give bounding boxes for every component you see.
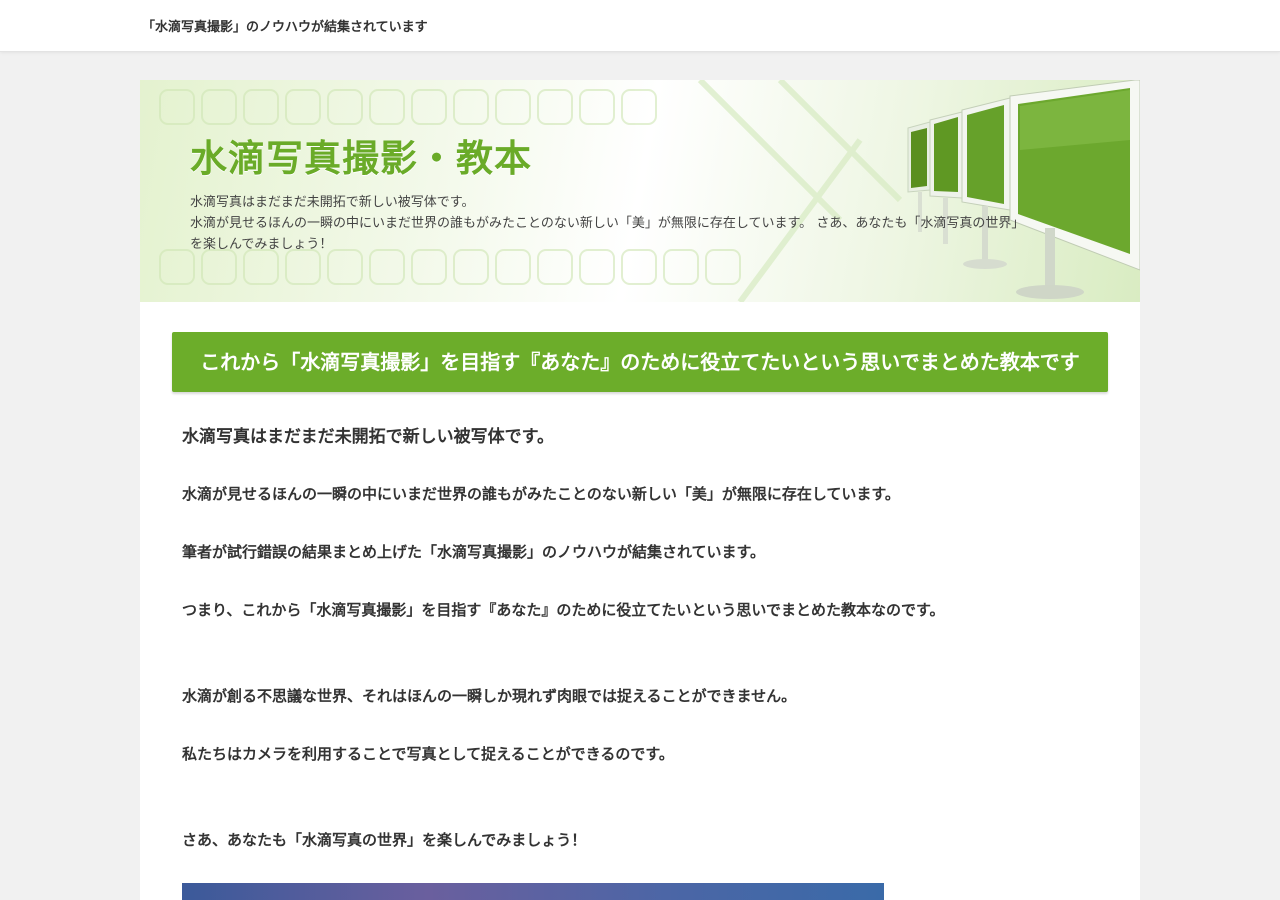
site-description-line: を楽しんでみましょう！ [190,237,333,252]
paragraph: 私たちはカメラを利用することで写真として捉えることができるのです。 [182,745,674,763]
paragraph: つまり、これから「水滴写真撮影」を目指す『あなた』のために役立てたいという思いで… [182,601,945,619]
page-headline: これから「水滴写真撮影」を目指す『あなた』のために役立てたいという思いでまとめた… [172,332,1108,392]
paragraph: 水滴写真はまだまだ未開拓で新しい被写体です。 [182,427,554,447]
site-description: 水滴写真はまだまだ未開拓で新しい被写体です。 水滴が見せるほんの一瞬の中にいまだ… [190,192,1090,255]
site-tagline: 「水滴写真撮影」のノウハウが結集されています [142,20,428,35]
site-title[interactable]: 水滴写真撮影・教本 [190,128,532,182]
paragraph: さあ、あなたも「水滴写真の世界」を楽しんでみましょう！ [182,831,587,849]
site-header: 「水滴写真撮影」のノウハウが結集されています [0,0,1280,52]
water-drop-photo [182,883,884,900]
site-description-line: 水滴写真はまだまだ未開拓で新しい被写体です。 [190,195,475,210]
paragraph: 筆者が試行錯誤の結果まとめ上げた「水滴写真撮影」のノウハウが結集されています。 [182,543,766,561]
hero-banner: 水滴写真撮影・教本 水滴写真はまだまだ未開拓で新しい被写体です。 水滴が見せるほ… [140,80,1140,302]
site-description-line: 水滴が見せるほんの一瞬の中にいまだ世界の誰もがみたことのない新しい「美」が無限に… [190,216,1025,231]
main-content: これから「水滴写真撮影」を目指す『あなた』のために役立てたいという思いでまとめた… [140,302,1140,900]
monitors-illustration [159,80,1140,302]
paragraph: 水滴が見せるほんの一瞬の中にいまだ世界の誰もがみたことのない新しい「美」が無限に… [182,485,900,503]
paragraph: 水滴が創る不思議な世界、それはほんの一瞬しか現れず肉眼では捉えることができません… [182,687,797,705]
